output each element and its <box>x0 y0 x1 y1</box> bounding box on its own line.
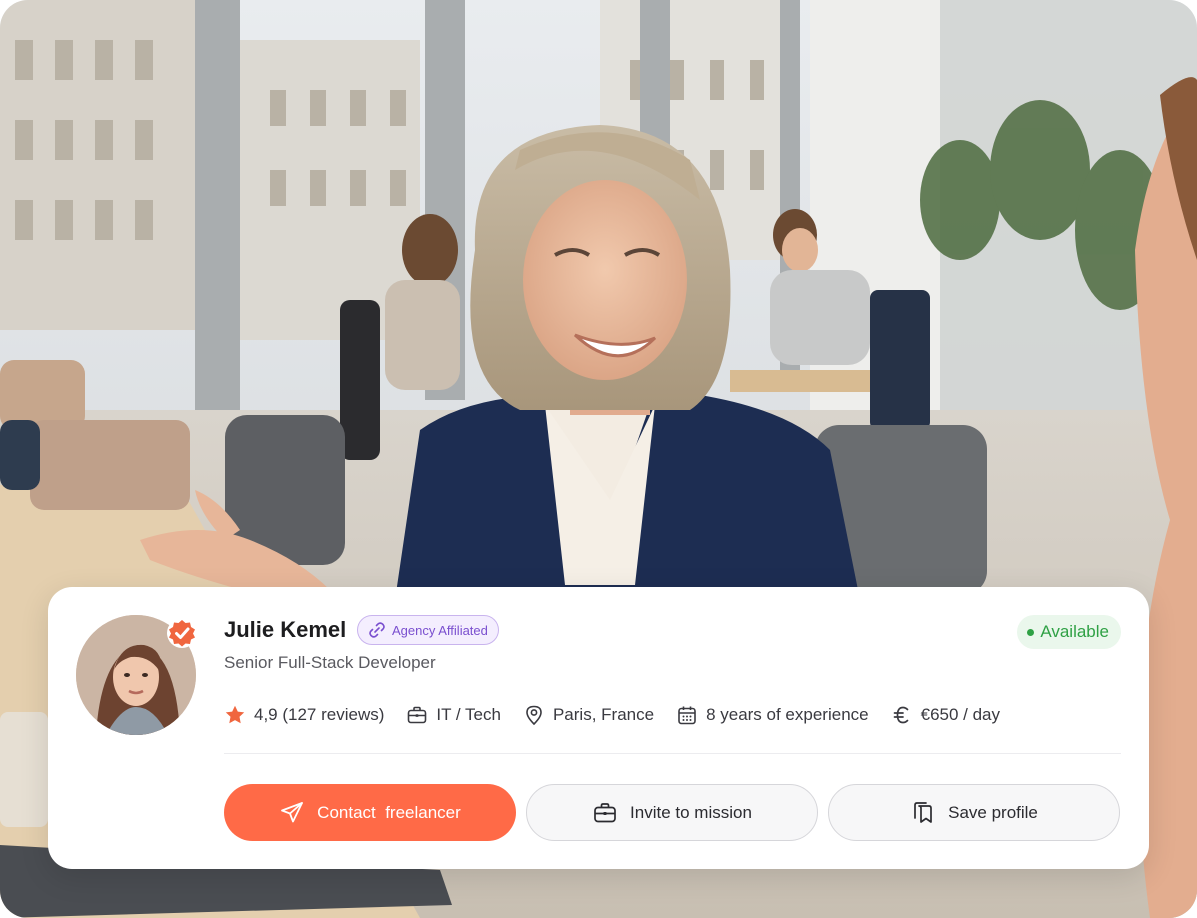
category: IT / Tech <box>406 704 501 726</box>
link-icon <box>369 622 385 638</box>
verified-badge-icon <box>167 618 197 648</box>
daily-rate: €650 / day <box>891 704 1000 726</box>
bookmarks-icon <box>914 801 932 823</box>
freelancer-name: Julie Kemel <box>224 617 347 642</box>
agency-affiliated-badge: Agency Affiliated <box>357 615 499 645</box>
invite-button-label: Invite to mission <box>630 802 752 822</box>
rating: 4,9 (127 reviews) <box>224 704 384 726</box>
availability-label: Available <box>1040 622 1109 641</box>
save-button-label: Save profile <box>948 802 1038 822</box>
invite-to-mission-button[interactable]: Invite to mission <box>526 784 818 841</box>
location-pin-icon <box>526 705 542 726</box>
freelancer-title: Senior Full-Stack Developer <box>224 653 436 672</box>
experience-text: 8 years of experience <box>706 705 869 724</box>
contact-freelancer-button[interactable]: Contact freelancer <box>224 784 516 841</box>
rating-text: 4,9 (127 reviews) <box>254 705 385 724</box>
contact-button-label: Contact freelancer <box>317 802 461 822</box>
briefcase-icon <box>408 706 427 724</box>
save-profile-button[interactable]: Save profile <box>828 784 1120 841</box>
status-dot-icon <box>1027 628 1035 636</box>
euro-icon <box>893 706 908 724</box>
hero-scene: Julie Kemel Agency Affiliated Senior Ful… <box>0 0 1197 918</box>
briefcase-icon <box>594 802 616 822</box>
calendar-icon <box>678 706 696 725</box>
freelancer-profile-card: Julie Kemel Agency Affiliated Senior Ful… <box>48 587 1149 869</box>
location: Paris, France <box>523 704 654 726</box>
location-text: Paris, France <box>552 705 655 724</box>
divider <box>224 753 1121 754</box>
profile-meta-row: 4,9 (127 reviews) IT / Tech Paris, Franc… <box>224 701 1022 729</box>
star-icon <box>225 705 245 724</box>
category-text: IT / Tech <box>436 705 501 724</box>
send-icon <box>281 801 304 822</box>
badge-label: Agency Affiliated <box>392 622 488 638</box>
experience: 8 years of experience <box>676 704 869 726</box>
availability-status: Available <box>1017 615 1121 649</box>
rate-text: €650 / day <box>920 705 1001 724</box>
